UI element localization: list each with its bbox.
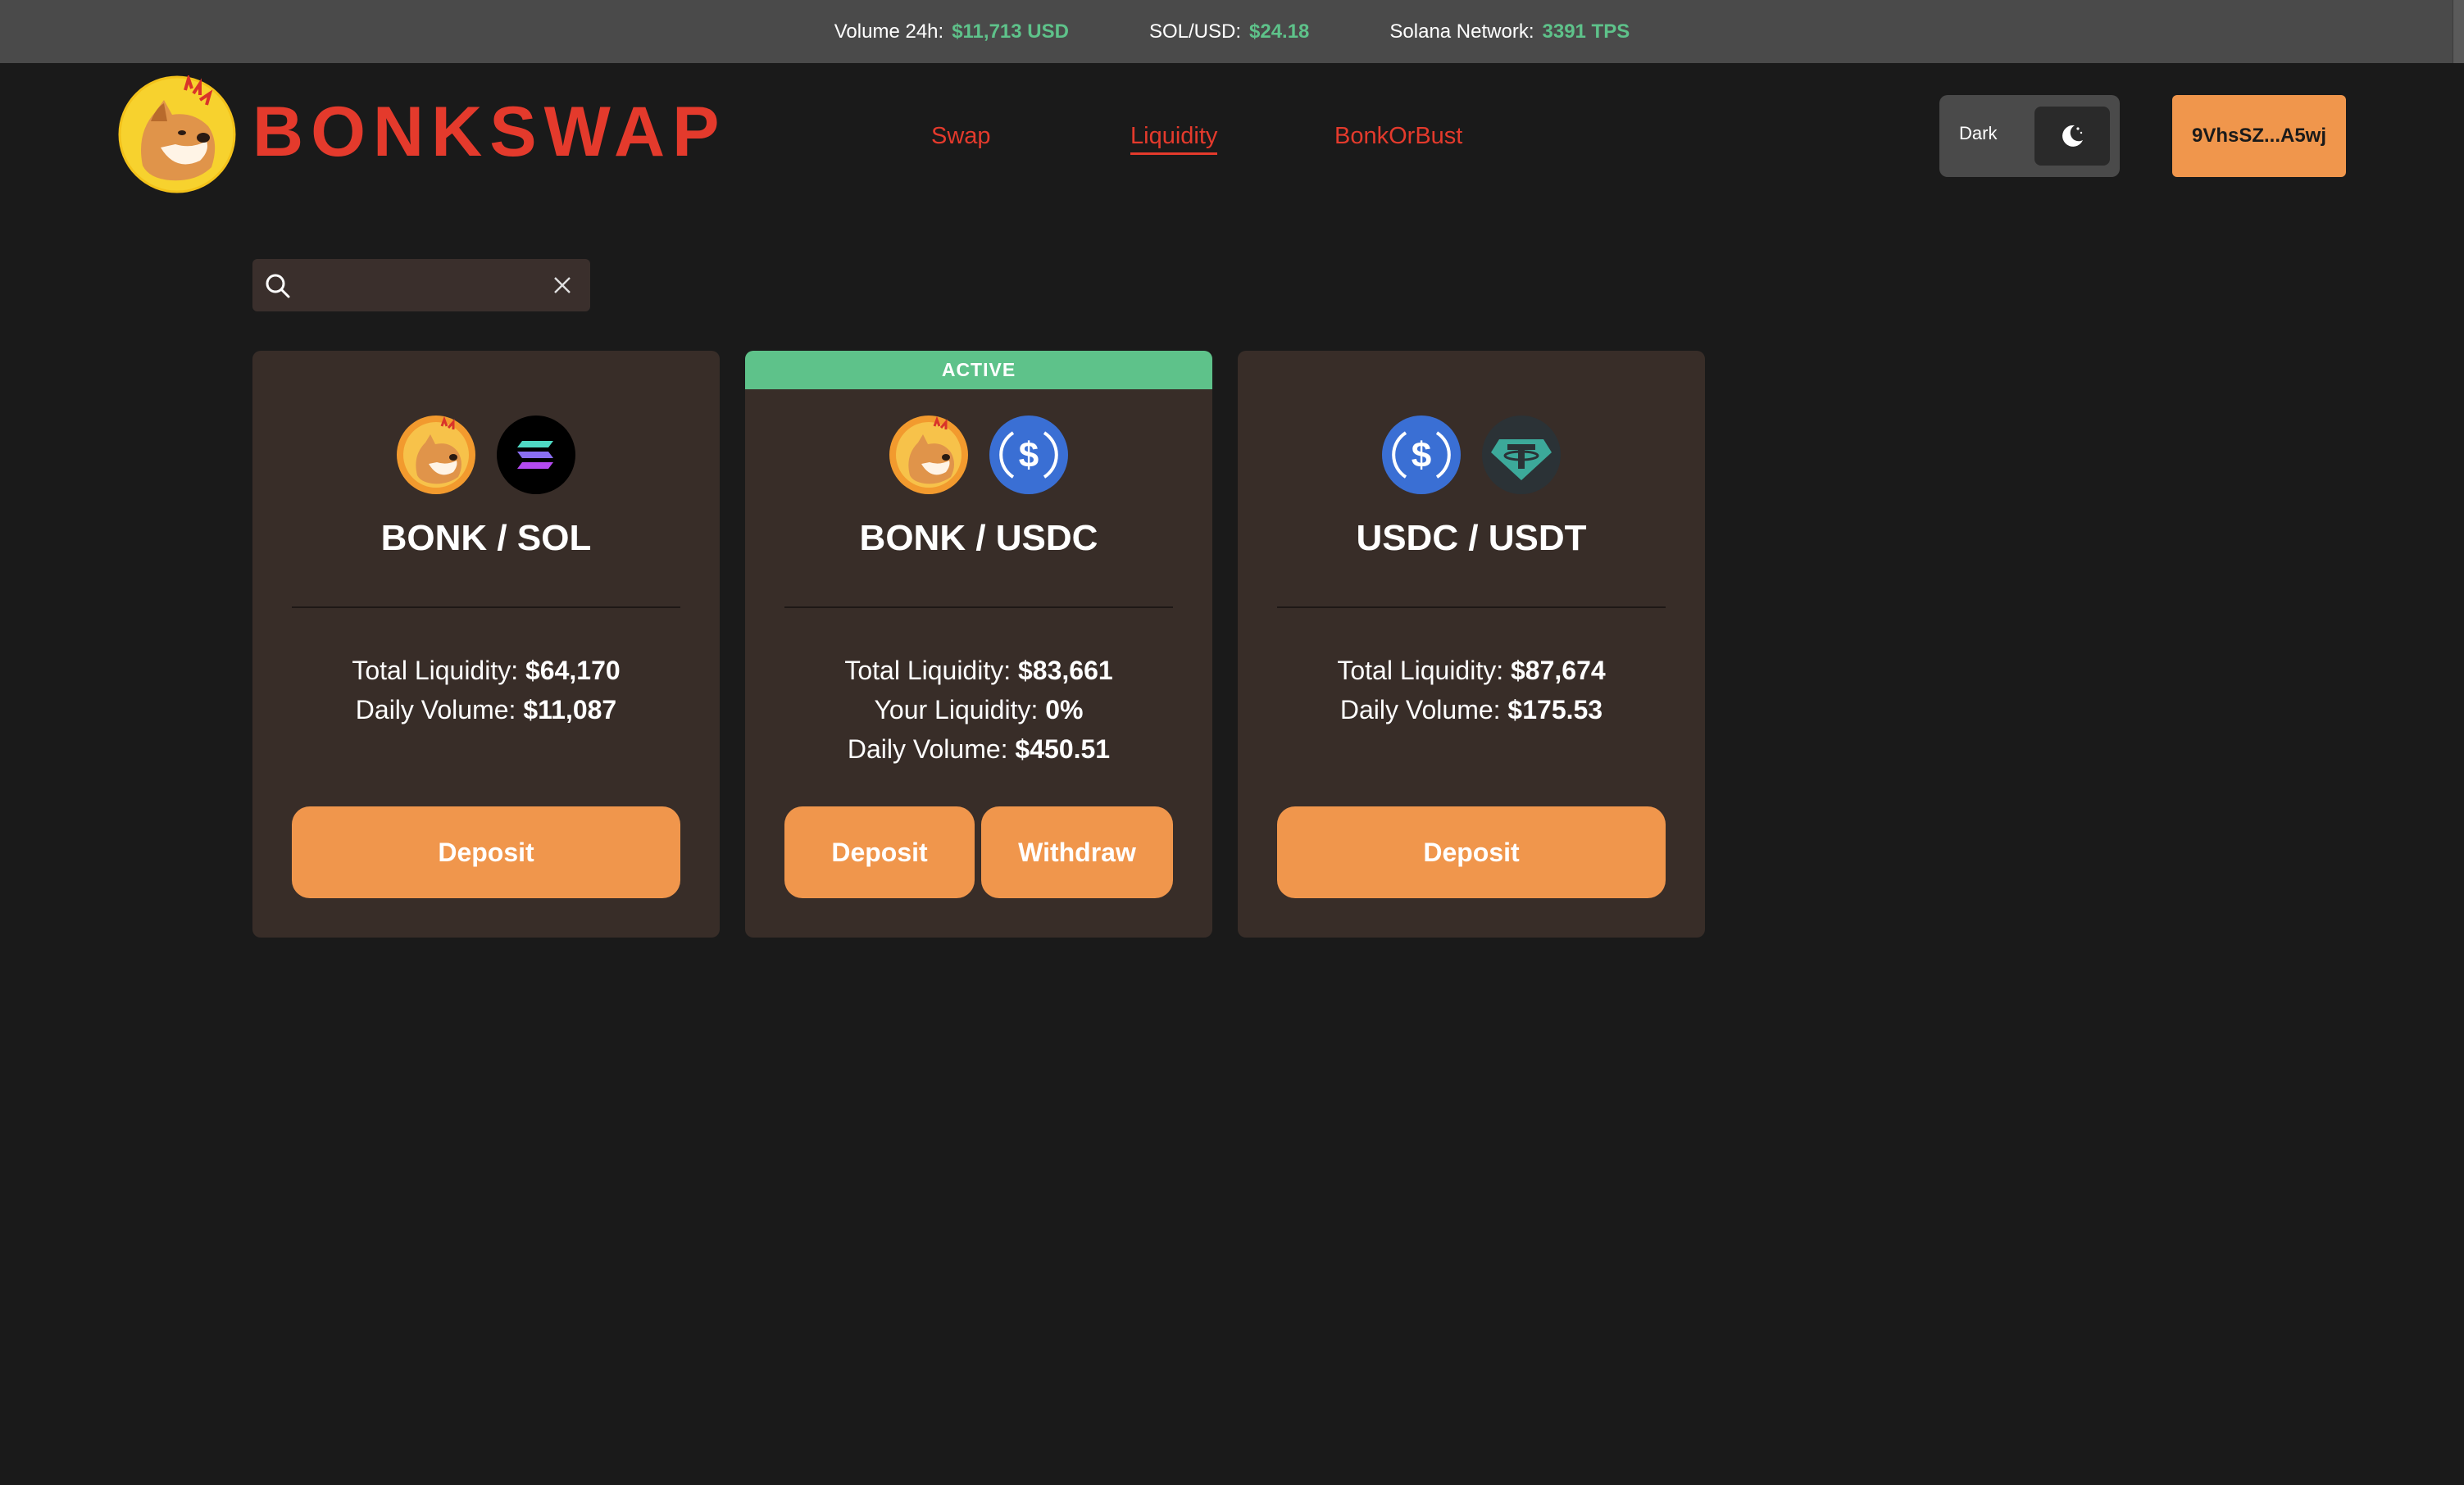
network-stat: Solana Network: 3391 TPS	[1389, 20, 1630, 43]
pair-title: BONK / SOL	[380, 518, 592, 558]
pool-card-usdc-usdt: $ USDC / USDT Total Liquidity: $87,674 D…	[1238, 351, 1705, 938]
daily-volume-row: Daily Volume: $175.53	[1238, 690, 1705, 729]
pool-stats: Total Liquidity: $87,674 Daily Volume: $…	[1238, 651, 1705, 729]
divider	[1277, 606, 1666, 608]
pool-card-bonk-sol: BONK / SOL Total Liquidity: $64,170 Dail…	[252, 351, 720, 938]
nav-liquidity[interactable]: Liquidity	[1130, 121, 1218, 155]
moon-icon	[2062, 125, 2083, 147]
bonk-logo-icon[interactable]	[118, 73, 236, 193]
sol-price-value: $24.18	[1249, 20, 1310, 43]
bonk-icon	[889, 415, 969, 495]
token-icons: $	[1238, 415, 1705, 495]
total-liquidity-value: $83,661	[1018, 656, 1113, 685]
withdraw-button[interactable]: Withdraw	[981, 806, 1173, 898]
daily-volume-value: $11,087	[523, 695, 617, 724]
bonk-icon	[396, 415, 476, 495]
total-liquidity-row: Total Liquidity: $64,170	[252, 651, 720, 690]
total-liquidity-label: Total Liquidity:	[352, 656, 519, 685]
scrollbar[interactable]	[2453, 0, 2464, 63]
pair-title: BONK / USDC	[859, 518, 1098, 558]
total-liquidity-value: $87,674	[1511, 656, 1606, 685]
theme-label: Dark	[1959, 123, 1998, 143]
search-icon	[266, 274, 290, 298]
usdt-icon	[1481, 415, 1562, 495]
total-liquidity-label: Total Liquidity:	[844, 656, 1012, 685]
token-icons	[252, 415, 720, 495]
usdc-icon: $	[1381, 415, 1462, 495]
search-input[interactable]	[302, 267, 539, 303]
daily-volume-row: Daily Volume: $450.51	[745, 729, 1212, 769]
total-liquidity-row: Total Liquidity: $83,661	[745, 651, 1212, 690]
close-icon[interactable]	[551, 274, 574, 297]
daily-volume-value: $175.53	[1507, 695, 1603, 724]
pool-card-bonk-usdc: ACTIVE $ BONK / USDC Total Liquidity: $8…	[745, 351, 1212, 938]
pool-stats: Total Liquidity: $64,170 Daily Volume: $…	[252, 651, 720, 729]
sol-price-label: SOL/USD:	[1148, 20, 1241, 43]
brand-logo-text[interactable]: BONKSWAP	[252, 97, 726, 167]
theme-knob[interactable]	[2034, 107, 2110, 166]
usdc-icon: $	[989, 415, 1069, 495]
divider	[784, 606, 1173, 608]
active-badge: ACTIVE	[745, 351, 1212, 389]
sol-price-stat: SOL/USD: $24.18	[1149, 20, 1309, 43]
daily-volume-label: Daily Volume:	[847, 734, 1008, 764]
network-value: 3391 TPS	[1542, 20, 1630, 43]
pool-stats: Total Liquidity: $83,661 Your Liquidity:…	[745, 651, 1212, 769]
daily-volume-label: Daily Volume:	[355, 695, 516, 724]
sol-icon	[496, 415, 576, 495]
nav-swap[interactable]: Swap	[931, 121, 991, 151]
your-liquidity-value: 0%	[1045, 695, 1084, 724]
token-icons: $	[745, 415, 1212, 495]
daily-volume-row: Daily Volume: $11,087	[252, 690, 720, 729]
pair-title: USDC / USDT	[1356, 518, 1587, 558]
network-label: Solana Network:	[1389, 20, 1534, 43]
theme-toggle[interactable]: Dark	[1939, 95, 2120, 177]
nav-bonkorbust[interactable]: BonkOrBust	[1334, 121, 1462, 151]
your-liquidity-label: Your Liquidity:	[874, 695, 1039, 724]
svg-text:$: $	[1412, 435, 1431, 475]
volume-label: Volume 24h:	[834, 20, 944, 43]
total-liquidity-row: Total Liquidity: $87,674	[1238, 651, 1705, 690]
wallet-button[interactable]: 9VhsSZ...A5wj	[2172, 95, 2346, 177]
daily-volume-label: Daily Volume:	[1339, 695, 1501, 724]
deposit-button[interactable]: Deposit	[292, 806, 680, 898]
total-liquidity-value: $64,170	[525, 656, 621, 685]
your-liquidity-row: Your Liquidity: 0%	[745, 690, 1212, 729]
deposit-button[interactable]: Deposit	[784, 806, 975, 898]
daily-volume-value: $450.51	[1015, 734, 1111, 764]
volume-value: $11,713 USD	[952, 20, 1069, 43]
total-liquidity-label: Total Liquidity:	[1337, 656, 1504, 685]
divider	[292, 606, 680, 608]
svg-text:$: $	[1019, 435, 1039, 475]
volume-stat: Volume 24h: $11,713 USD	[834, 20, 1069, 43]
deposit-button[interactable]: Deposit	[1277, 806, 1666, 898]
stats-bar: Volume 24h: $11,713 USD SOL/USD: $24.18 …	[0, 0, 2464, 63]
search-box[interactable]	[252, 259, 590, 311]
